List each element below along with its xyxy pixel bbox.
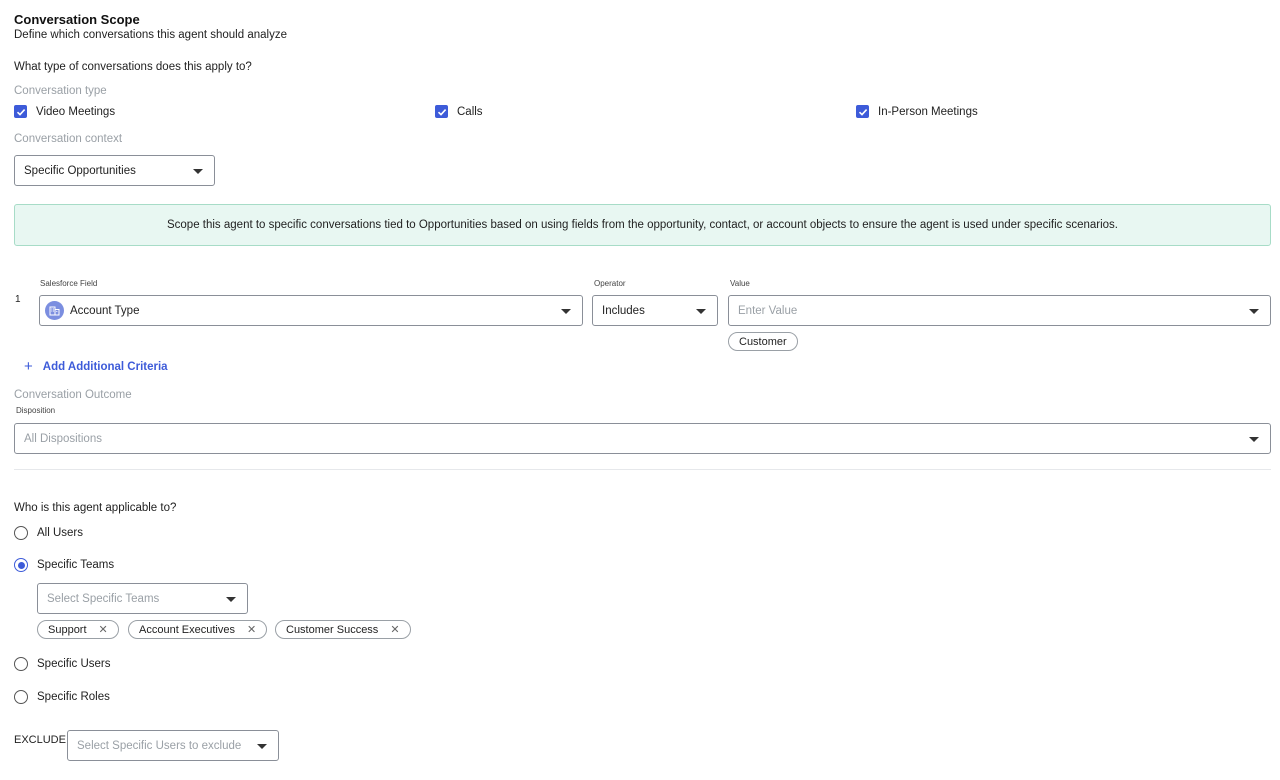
criteria-row-number: 1 (15, 294, 21, 305)
value-select[interactable]: Enter Value (728, 295, 1271, 326)
teams-placeholder: Select Specific Teams (47, 592, 160, 605)
checkbox-checked-icon[interactable] (435, 105, 448, 118)
chevron-down-icon (1249, 308, 1259, 314)
checkbox-calls[interactable]: Calls (435, 105, 483, 118)
radio-specific-teams[interactable]: Specific Teams (14, 558, 114, 572)
checkbox-label: Calls (457, 105, 483, 118)
building-icon (45, 301, 64, 320)
value-label: Value (730, 279, 750, 288)
conversation-context-label: Conversation context (14, 133, 123, 145)
exclude-label: EXCLUDE (14, 734, 66, 746)
chevron-down-icon (193, 168, 203, 174)
close-icon[interactable]: ✕ (247, 623, 256, 636)
team-chip-label: Support (48, 623, 87, 636)
team-chip-support: Support ✕ (37, 620, 119, 639)
salesforce-field-value: Account Type (70, 304, 140, 317)
radio-label: Specific Teams (37, 559, 115, 571)
info-banner: Scope this agent to specific conversatio… (14, 204, 1271, 246)
conversation-type-label: Conversation type (14, 85, 107, 97)
disposition-placeholder: All Dispositions (24, 432, 102, 445)
section-divider (14, 469, 1271, 470)
checkbox-in-person-meetings[interactable]: In-Person Meetings (856, 105, 978, 118)
checkbox-label: Video Meetings (36, 105, 116, 118)
radio-label: All Users (37, 527, 84, 539)
value-placeholder: Enter Value (738, 304, 798, 317)
radio-unselected-icon[interactable] (14, 526, 28, 540)
info-banner-text: Scope this agent to specific conversatio… (166, 219, 1118, 231)
radio-unselected-icon[interactable] (14, 657, 28, 671)
operator-value: Includes (602, 304, 645, 317)
radio-all-users[interactable]: All Users (14, 526, 83, 540)
chevron-down-icon (1249, 436, 1259, 442)
applicability-question: Who is this agent applicable to? (14, 502, 177, 514)
chevron-down-icon (257, 743, 267, 749)
disposition-select[interactable]: All Dispositions (14, 423, 1271, 454)
conversation-context-select[interactable]: Specific Opportunities (14, 155, 215, 186)
salesforce-field-label: Salesforce Field (40, 279, 98, 288)
value-chip-customer[interactable]: Customer (728, 332, 798, 351)
conversation-type-question: What type of conversations does this app… (14, 61, 252, 73)
radio-selected-icon[interactable] (14, 558, 28, 572)
page-title: Conversation Scope (14, 12, 140, 27)
teams-select[interactable]: Select Specific Teams (37, 583, 248, 614)
checkbox-label: In-Person Meetings (878, 105, 978, 118)
disposition-label: Disposition (16, 406, 56, 415)
radio-label: Specific Users (37, 658, 111, 670)
operator-select[interactable]: Includes (592, 295, 718, 326)
checkbox-checked-icon[interactable] (856, 105, 869, 118)
plus-icon: + (24, 358, 33, 375)
operator-label: Operator (594, 279, 626, 288)
checkbox-checked-icon[interactable] (14, 105, 27, 118)
close-icon[interactable]: ✕ (99, 623, 108, 636)
radio-specific-roles[interactable]: Specific Roles (14, 690, 110, 704)
radio-unselected-icon[interactable] (14, 690, 28, 704)
checkbox-video-meetings[interactable]: Video Meetings (14, 105, 115, 118)
add-criteria-button[interactable]: + Add Additional Criteria (24, 359, 168, 374)
team-chip-customer-success: Customer Success ✕ (275, 620, 411, 639)
chevron-down-icon (561, 308, 571, 314)
conversation-context-value: Specific Opportunities (24, 164, 136, 177)
close-icon[interactable]: ✕ (390, 623, 399, 636)
salesforce-field-select[interactable]: Account Type (39, 295, 583, 326)
chevron-down-icon (226, 596, 236, 602)
value-chip-label: Customer (739, 335, 787, 348)
page-subtitle: Define which conversations this agent sh… (14, 29, 287, 41)
team-chip-label: Customer Success (286, 623, 379, 636)
team-chip-label: Account Executives (139, 623, 235, 636)
exclude-users-select[interactable]: Select Specific Users to exclude (67, 730, 279, 761)
team-chip-account-executives: Account Executives ✕ (128, 620, 268, 639)
conversation-outcome-label: Conversation Outcome (14, 389, 132, 401)
add-criteria-label: Add Additional Criteria (42, 360, 168, 373)
radio-specific-users[interactable]: Specific Users (14, 657, 111, 671)
radio-label: Specific Roles (37, 691, 110, 703)
exclude-placeholder: Select Specific Users to exclude (77, 739, 242, 752)
chevron-down-icon (696, 308, 706, 314)
